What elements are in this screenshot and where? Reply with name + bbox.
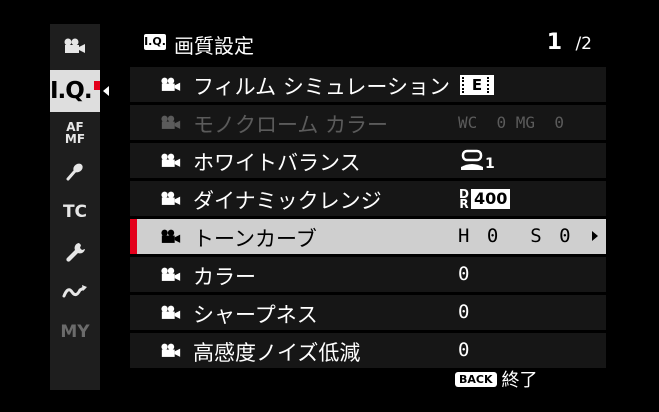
sidebar-item-audio[interactable] <box>50 156 100 188</box>
row-value: WC 0 MG 0 <box>458 113 564 132</box>
microphone-icon <box>66 163 83 181</box>
dynamic-range-badge: D R 400 <box>458 186 511 211</box>
row-value: 0 <box>458 263 470 285</box>
sidebar-item-label: MF <box>64 132 86 146</box>
category-sidebar: I.Q. AF MF TC MY <box>50 24 109 390</box>
movie-camera-icon <box>161 191 181 205</box>
row-label: カラー <box>193 265 256 289</box>
sidebar-item-my-menu[interactable]: MY <box>50 316 100 348</box>
sidebar-item-tc[interactable]: TC <box>50 196 100 228</box>
movie-camera-icon <box>161 77 181 91</box>
sidebar-item-label: TC <box>62 202 88 222</box>
sidebar-item-image-quality[interactable]: I.Q. <box>50 70 109 112</box>
selection-indicator <box>93 80 100 90</box>
menu-screen: I.Q. AF MF TC MY I.Q. 画質設定 1 /2 フィルム シミュ… <box>0 0 659 412</box>
row-value: 0 <box>458 339 470 361</box>
custom-white-balance-icon: 1 <box>460 149 495 171</box>
row-value: 1 <box>485 156 495 172</box>
caret-left-icon <box>103 86 109 96</box>
movie-camera-icon <box>161 153 181 167</box>
row-label: シャープネス <box>193 303 318 327</box>
menu-row-monochrome-color: モノクローム カラー WC 0 MG 0 <box>130 105 606 140</box>
row-label: ホワイトバランス <box>193 151 361 175</box>
menu-row-tone-curve[interactable]: トーンカーブ H 0 S 0 <box>130 219 606 254</box>
movie-camera-icon <box>161 115 181 129</box>
sidebar-item-label: I.Q. <box>50 78 93 104</box>
exit-label: 終了 <box>501 370 538 391</box>
row-label: 高感度ノイズ低減 <box>193 341 361 365</box>
movie-camera-icon <box>161 267 181 281</box>
footer-hint[interactable]: BACK 終了 <box>455 366 538 392</box>
menu-row-high-iso-nr[interactable]: 高感度ノイズ低減 0 <box>130 333 606 368</box>
sidebar-item-label: MY <box>60 322 90 342</box>
menu-row-color[interactable]: カラー 0 <box>130 257 606 292</box>
sidebar-item-movie[interactable] <box>50 30 100 62</box>
row-label: フィルム シミュレーション <box>193 75 450 99</box>
row-label: トーンカーブ <box>193 227 317 251</box>
page-number: 1 <box>546 30 562 55</box>
row-value: H 0 S 0 <box>458 225 574 247</box>
sidebar-item-setup[interactable] <box>50 236 100 268</box>
selection-marker <box>130 219 137 254</box>
row-label: モノクローム カラー <box>193 113 389 137</box>
menu-row-white-balance[interactable]: ホワイトバランス 1 <box>130 143 606 178</box>
menu-row-dynamic-range[interactable]: ダイナミックレンジ D R 400 <box>130 181 606 216</box>
wrench-icon <box>66 243 85 262</box>
row-value: 0 <box>458 301 470 323</box>
movie-camera-icon <box>161 305 181 319</box>
menu-header: I.Q. 画質設定 1 /2 <box>130 30 606 60</box>
image-quality-icon: I.Q. <box>144 34 166 50</box>
menu-row-sharpness[interactable]: シャープネス 0 <box>130 295 606 330</box>
film-simulation-badge: E <box>460 75 494 95</box>
movie-camera-icon <box>161 343 181 357</box>
chevron-right-icon <box>592 231 598 241</box>
page-total: /2 <box>575 34 592 54</box>
movie-camera-icon <box>64 38 85 53</box>
movie-camera-icon <box>161 229 181 243</box>
sidebar-item-af-mf[interactable]: AF MF <box>50 116 100 150</box>
row-value: 400 <box>471 188 511 209</box>
wave-icon <box>62 285 87 298</box>
menu-row-film-simulation[interactable]: フィルム シミュレーション E <box>130 67 606 102</box>
row-label: ダイナミックレンジ <box>193 189 382 213</box>
page-title: 画質設定 <box>174 34 254 58</box>
dr-icon: D R <box>459 186 469 211</box>
sidebar-item-connection[interactable] <box>50 276 100 308</box>
back-button-badge[interactable]: BACK <box>455 371 497 387</box>
